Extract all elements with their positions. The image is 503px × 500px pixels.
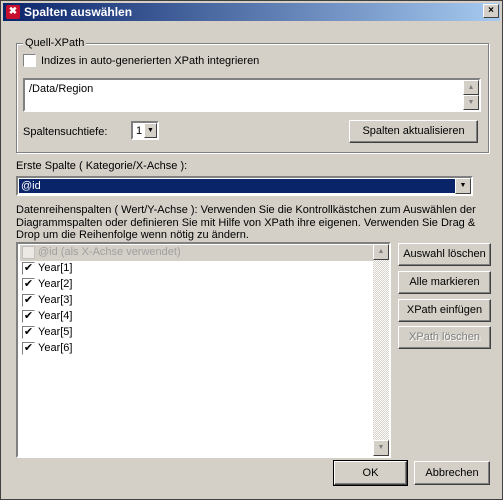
scroll-down-icon[interactable]: ▼ <box>373 440 389 456</box>
close-icon[interactable]: × <box>483 4 499 18</box>
scroll-down-icon[interactable]: ▼ <box>463 95 479 110</box>
xpath-value: /Data/Region <box>29 83 94 95</box>
depth-select[interactable]: 1 ▼ <box>131 121 159 140</box>
list-item[interactable]: ✔ Year[2] <box>20 277 388 293</box>
series-checkbox[interactable]: ✔ <box>22 342 35 355</box>
chevron-down-icon[interactable]: ▼ <box>455 178 471 194</box>
delete-xpath-button[interactable]: XPath löschen <box>398 326 491 349</box>
list-item[interactable]: ✔ Year[5] <box>20 325 388 341</box>
xpath-scrollbar[interactable]: ▲ ▼ <box>463 80 479 110</box>
refresh-columns-button[interactable]: Spalten aktualisieren <box>349 120 478 143</box>
first-column-label: Erste Spalte ( Kategorie/X-Achse ): <box>16 160 188 172</box>
series-checkbox[interactable]: ✔ <box>22 310 35 323</box>
series-checkbox <box>22 246 35 259</box>
series-label: Year[3] <box>38 294 73 306</box>
series-checkbox[interactable]: ✔ <box>22 294 35 307</box>
series-label: Year[1] <box>38 262 73 274</box>
series-label: Year[5] <box>38 326 73 338</box>
list-item[interactable]: ✔ Year[1] <box>20 261 388 277</box>
list-item: @id (als X-Achse verwendet) <box>20 245 388 261</box>
scroll-up-icon[interactable]: ▲ <box>463 80 479 95</box>
title-bar: ✖ Spalten auswählen <box>3 3 500 21</box>
series-scrollbar[interactable]: ▲ ▼ <box>373 244 389 456</box>
series-description: Datenreihenspalten ( Wert/Y-Achse ): Ver… <box>16 204 476 241</box>
first-column-value: @id <box>21 180 41 192</box>
series-list: @id (als X-Achse verwendet) ✔ Year[1] ✔ … <box>16 242 391 458</box>
series-label: @id (als X-Achse verwendet) <box>38 246 181 258</box>
insert-xpath-button[interactable]: XPath einfügen <box>398 299 491 322</box>
xpath-textarea[interactable]: /Data/Region ▲ ▼ <box>23 78 481 112</box>
list-item[interactable]: ✔ Year[4] <box>20 309 388 325</box>
cancel-button[interactable]: Abbrechen <box>414 461 490 485</box>
source-xpath-legend: Quell-XPath <box>23 37 87 49</box>
depth-label: Spaltensuchtiefe: <box>23 126 108 138</box>
first-column-selected-bg <box>19 179 456 193</box>
window-title: Spalten auswählen <box>24 5 133 19</box>
series-checkbox[interactable]: ✔ <box>22 262 35 275</box>
list-item[interactable]: ✔ Year[6] <box>20 341 388 357</box>
indices-checkbox[interactable] <box>23 54 36 67</box>
clear-selection-button[interactable]: Auswahl löschen <box>398 243 491 266</box>
series-label: Year[6] <box>38 342 73 354</box>
mark-all-button[interactable]: Alle markieren <box>398 271 491 294</box>
chevron-down-icon[interactable]: ▼ <box>144 123 157 138</box>
depth-value: 1 <box>136 125 143 137</box>
first-column-select[interactable]: @id ▼ <box>16 176 473 196</box>
series-checkbox[interactable]: ✔ <box>22 278 35 291</box>
series-label: Year[4] <box>38 310 73 322</box>
ok-button[interactable]: OK <box>333 460 408 486</box>
list-item[interactable]: ✔ Year[3] <box>20 293 388 309</box>
series-checkbox[interactable]: ✔ <box>22 326 35 339</box>
scroll-up-icon[interactable]: ▲ <box>373 244 389 260</box>
dialog-window: ✖ Spalten auswählen Quell-XPath Indizes … <box>0 0 503 500</box>
indices-checkbox-label: Indizes in auto-generierten XPath integr… <box>41 55 260 67</box>
app-icon: ✖ <box>6 5 20 19</box>
series-label: Year[2] <box>38 278 73 290</box>
